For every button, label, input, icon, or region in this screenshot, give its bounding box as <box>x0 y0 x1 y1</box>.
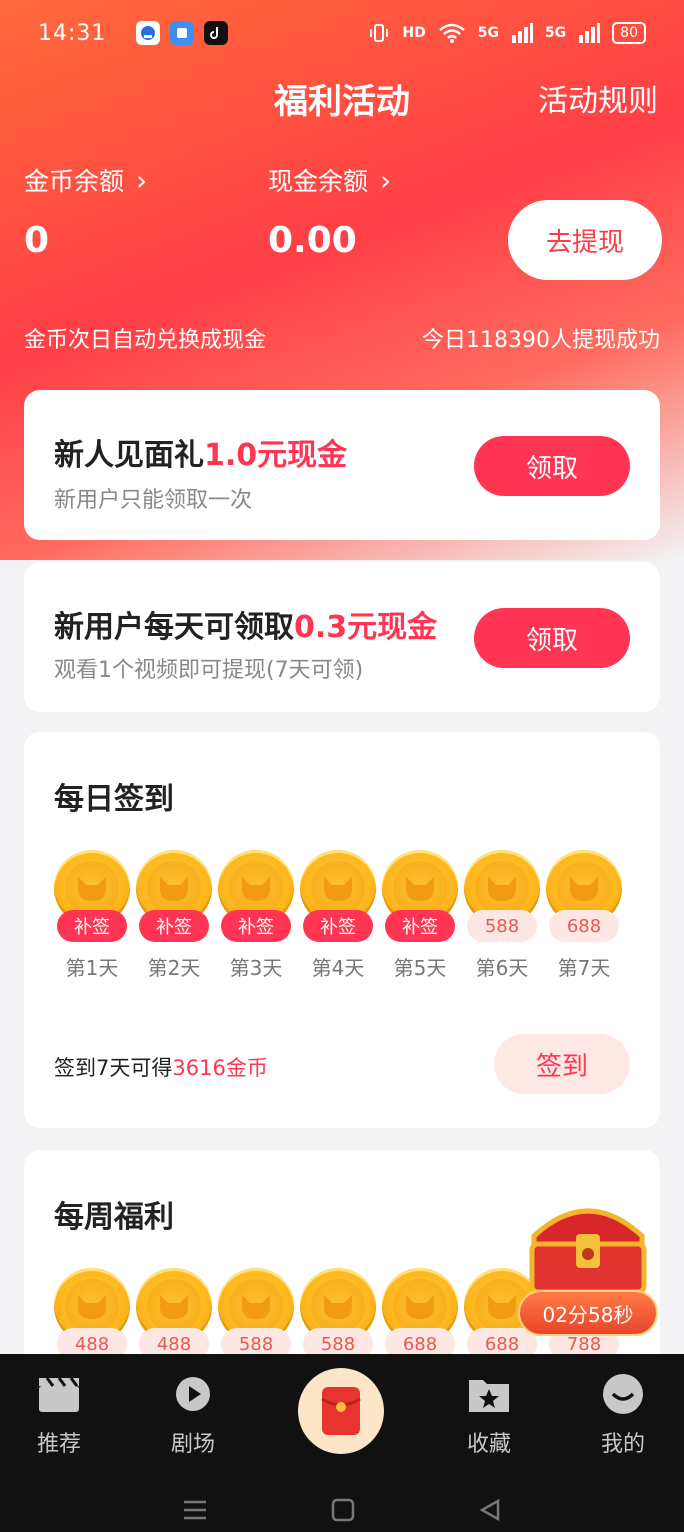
chevron-right-icon: › <box>380 163 392 197</box>
play-icon <box>173 1372 213 1416</box>
signal-icon-2 <box>579 23 601 43</box>
home-icon[interactable] <box>331 1498 355 1522</box>
daily-cash-title: 新用户每天可领取0.3元现金 <box>54 602 437 646</box>
signin-day-label: 第5天 <box>393 956 447 980</box>
newbie-gift-title: 新人见面礼1.0元现金 <box>54 430 347 474</box>
tab-mine[interactable]: 我的 <box>568 1372 678 1458</box>
withdraw-success-count: 今日118390人提现成功 <box>422 328 660 353</box>
header: 福利活动 活动规则 <box>0 70 684 122</box>
newbie-gift-subtitle: 新用户只能领取一次 <box>54 488 253 513</box>
newbie-gift-card: 新人见面礼1.0元现金 新用户只能领取一次 领取 <box>24 390 660 540</box>
signin-day-label: 第7天 <box>557 956 611 980</box>
back-icon[interactable] <box>478 1498 502 1522</box>
system-nav-bar <box>0 1492 684 1528</box>
signin-summary-reward: 3616金币 <box>172 1056 268 1080</box>
hd-indicator: HD <box>402 25 426 41</box>
tab-theater[interactable]: 剧场 <box>138 1372 248 1458</box>
signin-day-label: 第4天 <box>311 956 365 980</box>
weekly-coin-item[interactable]: 688 <box>382 1268 458 1360</box>
battery-indicator: 80 <box>612 22 646 44</box>
activity-rules-link[interactable]: 活动规则 <box>538 76 658 120</box>
status-bar: 14:31 HD 5G 5G 80 <box>0 0 684 66</box>
status-time: 14:31 <box>38 20 107 46</box>
chest-countdown-timer[interactable]: 02分58秒 <box>518 1290 658 1336</box>
signin-day-item[interactable]: 补签第2天 <box>136 850 212 981</box>
signin-day-badge: 688 <box>549 910 619 942</box>
signal-icon <box>511 23 533 43</box>
tab-favorites-label: 收藏 <box>466 1432 511 1457</box>
weekly-welfare-title: 每周福利 <box>54 1200 174 1235</box>
treasure-chest-icon[interactable] <box>524 1196 652 1296</box>
weekly-coin-item[interactable]: 588 <box>218 1268 294 1360</box>
star-folder-icon <box>467 1372 511 1416</box>
weekly-coin-item[interactable]: 588 <box>300 1268 376 1360</box>
daily-cash-title-prefix: 新用户每天可领取 <box>54 610 294 645</box>
signin-day-item[interactable]: 补签第3天 <box>218 850 294 981</box>
wifi-icon <box>438 23 465 43</box>
tab-recommend-label: 推荐 <box>36 1432 81 1457</box>
signin-day-label: 第2天 <box>147 956 201 980</box>
signin-day-label: 第1天 <box>65 956 119 980</box>
signin-day-badge: 补签 <box>303 910 373 942</box>
vibrate-icon <box>370 24 389 42</box>
network-indicator-2: 5G <box>544 25 567 41</box>
newbie-gift-amount: 1.0元现金 <box>204 438 348 473</box>
tab-recommend[interactable]: 推荐 <box>4 1372 114 1458</box>
cash-balance-label[interactable]: 现金余额 › <box>268 162 391 198</box>
signin-day-item[interactable]: 补签第5天 <box>382 850 458 981</box>
signin-day-item[interactable]: 补签第4天 <box>300 850 376 981</box>
signin-day-badge: 补签 <box>57 910 127 942</box>
withdraw-button[interactable]: 去提现 <box>508 200 662 280</box>
coin-balance-label[interactable]: 金币余额 › <box>24 162 147 198</box>
weekly-coin-item[interactable]: 488 <box>54 1268 130 1360</box>
daily-cash-amount: 0.3元现金 <box>294 610 438 645</box>
signin-day-badge: 补签 <box>221 910 291 942</box>
status-app-icons <box>136 21 229 45</box>
signin-day-badge: 补签 <box>385 910 455 942</box>
network-indicator-1: 5G <box>477 25 499 41</box>
tab-mine-label: 我的 <box>600 1432 645 1457</box>
coin-balance-label-text: 金币余额 <box>24 167 125 196</box>
clapperboard-icon <box>37 1372 81 1416</box>
tiktok-app-icon <box>204 21 229 45</box>
tab-welfare[interactable] <box>298 1368 384 1454</box>
cash-balance-label-text: 现金余额 <box>268 167 369 196</box>
red-envelope-icon <box>321 1387 361 1435</box>
coin-balance-value: 0 <box>24 220 50 261</box>
notification-app-icon <box>136 21 161 45</box>
weekly-coin-item[interactable]: 488 <box>136 1268 212 1360</box>
daily-cash-card: 新用户每天可领取0.3元现金 观看1个视频即可提现(7天可领) 领取 <box>24 562 660 712</box>
signin-day-list: 补签 第1天 补签 第2天 补签 第3天 补签 第4天 补签 第5天 588 第6天 688 第7天 <box>54 850 622 981</box>
daily-cash-subtitle: 观看1个视频即可提现(7天可领) <box>54 658 364 683</box>
daily-signin-title: 每日签到 <box>54 782 174 817</box>
menu-icon[interactable] <box>182 1499 208 1521</box>
auto-exchange-note: 金币次日自动兑换成现金 <box>24 328 267 353</box>
status-indicators: HD 5G 5G 80 <box>368 22 646 44</box>
chevron-right-icon: › <box>136 163 148 197</box>
signin-summary-prefix: 签到7天可得 <box>54 1056 173 1080</box>
notes-app-icon <box>170 21 195 45</box>
signin-day-item[interactable]: 588 第6天 <box>464 850 540 981</box>
claim-daily-cash-button[interactable]: 领取 <box>474 608 630 668</box>
daily-signin-card: 每日签到 补签 第1天 补签 第2天 补签 第3天 补签 第4天 补签 第5天 588 第6天 688 第… <box>24 732 660 1128</box>
signin-day-item[interactable]: 补签第1天 <box>54 850 130 981</box>
signin-day-badge: 补签 <box>139 910 209 942</box>
signin-day-label: 第6天 <box>475 956 529 980</box>
signin-button[interactable]: 签到 <box>494 1034 630 1094</box>
cash-balance-value: 0.00 <box>268 220 357 261</box>
claim-newbie-gift-button[interactable]: 领取 <box>474 436 630 496</box>
signin-day-badge: 588 <box>467 910 537 942</box>
signin-day-item[interactable]: 688 第7天 <box>546 850 622 981</box>
smile-icon <box>601 1372 645 1416</box>
signin-day-label: 第3天 <box>229 956 283 980</box>
newbie-gift-title-prefix: 新人见面礼 <box>54 438 204 473</box>
bottom-tab-bar: 推荐 剧场 收藏 我的 <box>0 1354 684 1532</box>
signin-summary: 签到7天可得3616金币 <box>54 1052 268 1082</box>
tab-theater-label: 剧场 <box>170 1432 215 1457</box>
tab-favorites[interactable]: 收藏 <box>434 1372 544 1458</box>
